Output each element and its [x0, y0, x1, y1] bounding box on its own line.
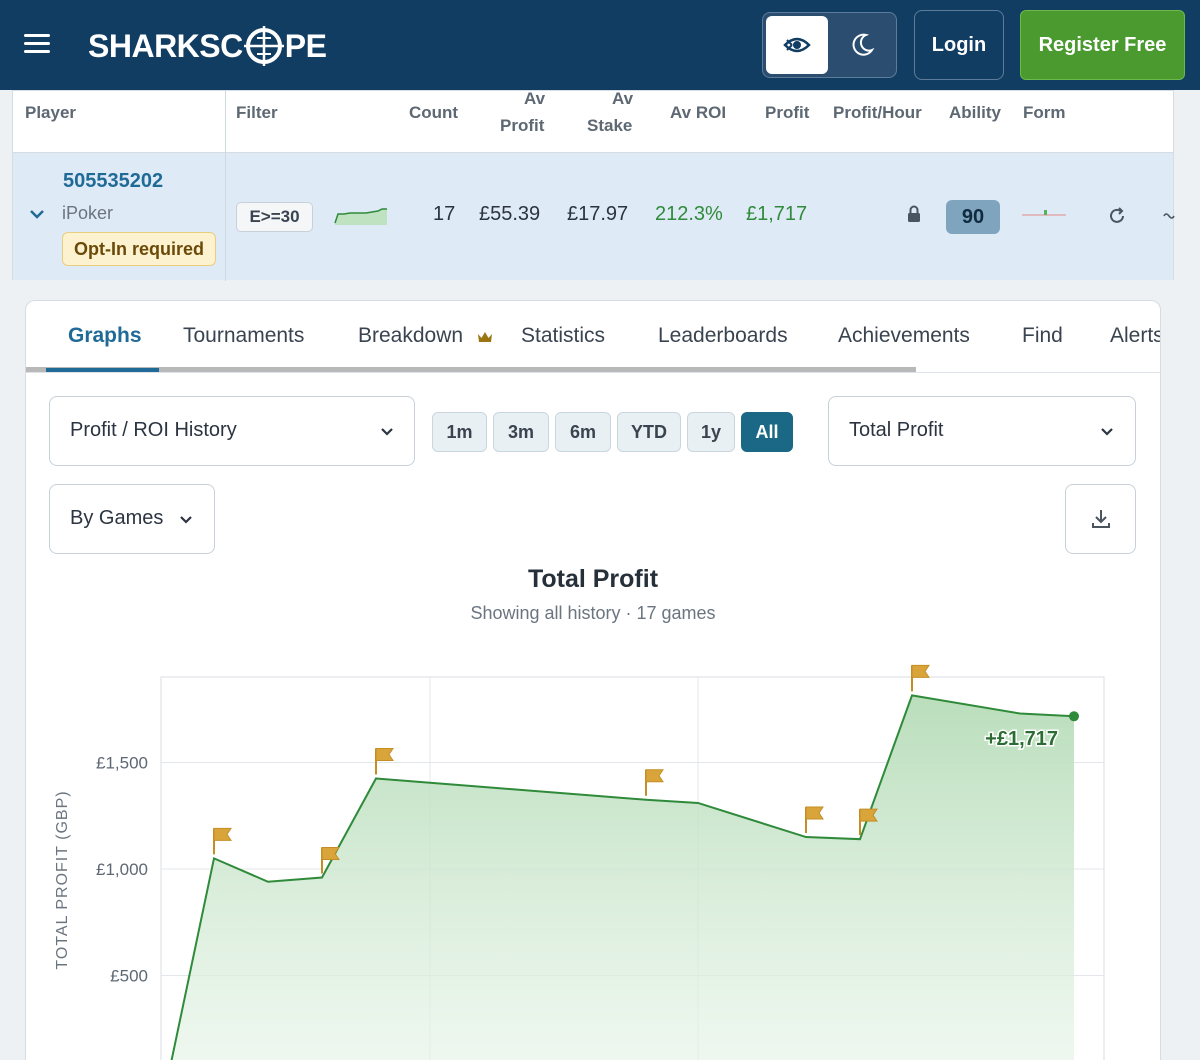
profit-chart: £500 £1,000 £1,500 TOTAL PROFIT (GBP) +£1,71… [54, 664, 1105, 1060]
y-tick-label: £1,000 [96, 860, 148, 879]
end-value-label: +£1,717 [985, 728, 1058, 750]
y-tick-label: £500 [110, 967, 148, 986]
flag-icon [911, 664, 930, 678]
end-point [1069, 711, 1079, 722]
y-axis-label: TOTAL PROFIT (GBP) [54, 790, 71, 969]
y-tick-label: £1,500 [96, 754, 148, 773]
